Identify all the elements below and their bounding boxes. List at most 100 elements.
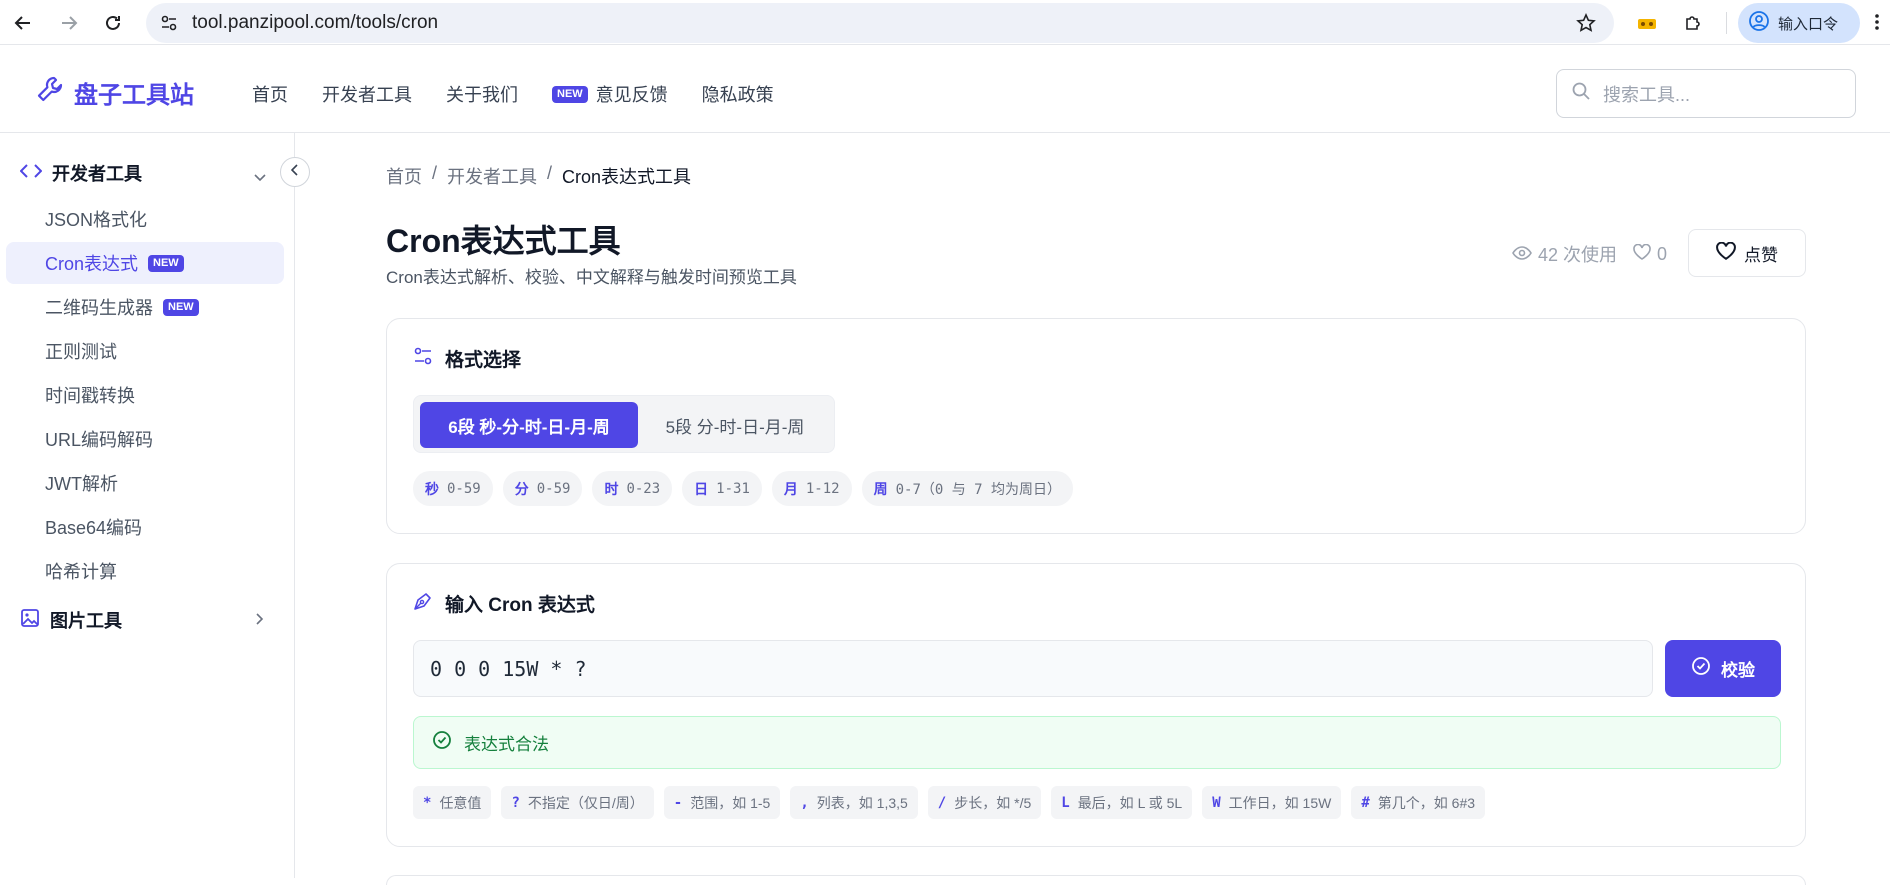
chevron-right-icon[interactable]	[256, 612, 264, 630]
reload-icon[interactable]	[98, 8, 128, 38]
new-badge: NEW	[148, 254, 184, 272]
sidebar-item-cron[interactable]: Cron表达式 NEW	[6, 242, 284, 284]
nav-privacy[interactable]: 隐私政策	[702, 81, 774, 107]
sidebar-item-hash[interactable]: 哈希计算	[6, 550, 284, 592]
sidebar-item-base64[interactable]: Base64编码	[6, 506, 284, 548]
wrench-icon	[36, 75, 64, 110]
next-card-edge	[386, 875, 1806, 885]
image-icon	[20, 608, 40, 633]
sidebar-group-label: 图片工具	[50, 611, 122, 631]
page-subtitle: Cron表达式解析、校验、中文解释与触发时间预览工具	[386, 268, 797, 287]
brand-name: 盘子工具站	[74, 82, 194, 109]
sidebar-group-label: 开发者工具	[52, 164, 142, 184]
hint-wildcard: * 任意值	[413, 786, 492, 819]
toolbar-divider	[1726, 12, 1727, 34]
nav-about[interactable]: 关于我们	[446, 81, 518, 107]
breadcrumb-dev-tools[interactable]: 开发者工具	[447, 163, 537, 189]
browser-menu-icon[interactable]	[1874, 12, 1880, 37]
brand-logo[interactable]: 盘子工具站	[36, 75, 194, 110]
heart-outline-icon	[1633, 243, 1651, 265]
sidebar-item-regex[interactable]: 正则测试	[6, 330, 284, 372]
pen-icon	[413, 591, 433, 617]
validate-button-label: 校验	[1721, 661, 1755, 680]
site-header: 盘子工具站 首页 开发者工具 关于我们 NEW 意见反馈 隐私政策 搜索工具...	[0, 45, 1890, 133]
sidebar-collapse-button[interactable]	[280, 157, 310, 187]
usage-stats: 42 次使用 0	[1512, 241, 1667, 267]
field-chip-month: 月 1-12	[771, 471, 852, 506]
forward-icon[interactable]	[54, 8, 84, 38]
hint-weekday: W 工作日，如 15W	[1202, 786, 1342, 819]
sidebar-item-timestamp[interactable]: 时间戳转换	[6, 374, 284, 416]
page-title: Cron表达式工具	[386, 223, 621, 259]
search-icon	[1571, 81, 1591, 106]
field-chip-weekday: 周 0-7（0 与 7 均为周日）	[861, 471, 1074, 506]
code-icon	[19, 163, 43, 184]
sidebar-item-qrcode[interactable]: 二维码生成器 NEW	[6, 286, 284, 328]
sidebar-item-url-codec[interactable]: URL编码解码	[6, 418, 284, 460]
sidebar-group-dev-tools[interactable]: 开发者工具	[19, 160, 142, 186]
url-text[interactable]: tool.panzipool.com/tools/cron	[192, 12, 438, 34]
bookmark-star-icon[interactable]	[1576, 13, 1596, 38]
new-badge: NEW	[552, 85, 588, 103]
view-count: 42 次使用	[1538, 245, 1618, 265]
extensions-puzzle-icon[interactable]	[1678, 8, 1708, 38]
format-card: 格式选择 6段 秒-分-时-日-月-周 5段 分-时-日-月-周 秒 0-59 分…	[386, 318, 1806, 534]
chevron-down-icon[interactable]	[254, 169, 266, 187]
like-button[interactable]: 点赞	[1688, 229, 1806, 277]
sidebar-group-image-tools[interactable]: 图片工具	[20, 607, 122, 633]
field-chip-second: 秒 0-59	[413, 471, 493, 506]
check-circle-icon	[432, 730, 452, 755]
chevron-left-icon	[290, 163, 299, 181]
nav-home[interactable]: 首页	[252, 81, 288, 107]
syntax-hints: * 任意值 ? 不指定（仅日/周） - 范围，如 1-5 , 列表，如 1,3,5 /步…	[413, 786, 1486, 819]
search-placeholder: 搜索工具...	[1603, 84, 1691, 105]
cron-input-card: 输入 Cron 表达式 0 0 0 15W * ? 校验 表达式合法 * 任意值 …	[386, 563, 1806, 847]
breadcrumb-separator: /	[547, 163, 553, 183]
input-card-title: 输入 Cron 表达式	[413, 590, 595, 617]
format-option-5-field[interactable]: 5段 分-时-日-月-周	[640, 402, 830, 448]
main-nav: 首页 开发者工具 关于我们 NEW 意见反馈 隐私政策	[252, 81, 774, 107]
breadcrumb-home[interactable]: 首页	[386, 163, 422, 189]
profile-avatar-icon	[1748, 10, 1770, 36]
sidebar-item-jwt[interactable]: JWT解析	[6, 462, 284, 504]
cron-expression-value: 0 0 0 15W * ?	[430, 656, 587, 681]
hint-nth: # 第几个，如 6#3	[1351, 786, 1486, 819]
hint-last: L 最后，如 L 或 5L	[1051, 786, 1193, 819]
validation-status-text: 表达式合法	[464, 735, 549, 754]
browser-toolbar: tool.panzipool.com/tools/cron 输入口令	[0, 0, 1890, 45]
format-option-6-field[interactable]: 6段 秒-分-时-日-月-周	[420, 402, 638, 448]
field-range-chips: 秒 0-59 分 0-59 时 0-23 日 1-31 月 1-12 周 0-7（0 与 7…	[413, 471, 1074, 506]
field-chip-minute: 分 0-59	[502, 471, 583, 506]
nav-dev-tools[interactable]: 开发者工具	[322, 81, 412, 107]
field-chip-hour: 时 0-23	[592, 471, 673, 506]
hint-range: - 范围，如 1-5	[663, 786, 781, 819]
hint-list: , 列表，如 1,3,5	[790, 786, 918, 819]
cron-expression-input[interactable]: 0 0 0 15W * ?	[413, 640, 1653, 697]
sliders-icon	[413, 346, 433, 372]
like-button-label: 点赞	[1744, 245, 1778, 265]
field-chip-day: 日 1-31	[682, 471, 762, 506]
address-bar[interactable]: tool.panzipool.com/tools/cron	[146, 3, 1614, 43]
new-badge: NEW	[163, 298, 199, 316]
check-circle-icon	[1691, 656, 1711, 681]
breadcrumb-current: Cron表达式工具	[562, 167, 692, 187]
validation-status: 表达式合法	[413, 716, 1781, 769]
format-segmented-control: 6段 秒-分-时-日-月-周 5段 分-时-日-月-周	[413, 395, 835, 453]
sidebar-item-json[interactable]: JSON格式化	[6, 198, 284, 240]
back-icon[interactable]	[8, 8, 38, 38]
heart-icon	[1716, 241, 1736, 265]
nav-feedback[interactable]: NEW 意见反馈	[552, 81, 668, 107]
profile-label: 输入口令	[1778, 15, 1839, 33]
search-input[interactable]: 搜索工具...	[1556, 69, 1856, 118]
sidebar: 开发者工具 JSON格式化 Cron表达式 NEW 二维码生成器 NEW 正则测试 …	[0, 133, 295, 878]
validate-button[interactable]: 校验	[1665, 640, 1781, 697]
format-card-title: 格式选择	[413, 345, 521, 372]
extension-icon[interactable]	[1632, 8, 1662, 38]
like-count: 0	[1657, 243, 1668, 264]
breadcrumb-separator: /	[432, 163, 438, 183]
site-settings-icon[interactable]	[160, 14, 178, 37]
breadcrumb: 首页 / 开发者工具 / Cron表达式工具	[386, 163, 691, 189]
eye-icon	[1512, 244, 1532, 265]
profile-button[interactable]: 输入口令	[1738, 3, 1860, 43]
hint-step: / 步长，如 */5	[927, 786, 1042, 819]
